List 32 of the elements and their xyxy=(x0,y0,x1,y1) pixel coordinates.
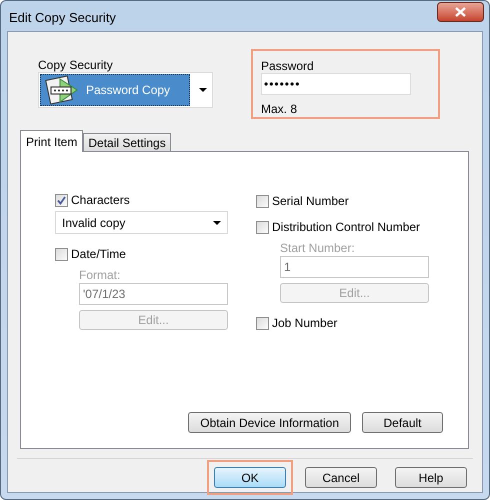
dialog-button[interactable]: OK xyxy=(214,467,286,488)
checkbox[interactable] xyxy=(55,194,68,206)
field-label: Password xyxy=(261,58,315,71)
hint-text: Max. 8 xyxy=(261,101,298,118)
dialog-button[interactable]: Cancel xyxy=(305,467,377,488)
checkbox-label: Job Number xyxy=(272,315,338,332)
push-button[interactable]: Default xyxy=(362,412,443,433)
checkbox-label: Distribution Control Number xyxy=(272,219,420,236)
field-label: Format: xyxy=(79,267,122,280)
checkbox[interactable] xyxy=(55,248,68,260)
tab[interactable]: Print Item xyxy=(20,130,84,152)
dropdown[interactable]: Invalid copy xyxy=(55,211,228,234)
checkbox[interactable] xyxy=(256,194,269,208)
selected-option: Password Copy xyxy=(86,81,170,99)
checkbox[interactable] xyxy=(256,220,269,234)
password-card-icon xyxy=(44,75,80,105)
dropdown-arrow-icon xyxy=(199,88,207,92)
checkbox-label: Serial Number xyxy=(272,193,349,210)
checkbox-label: Characters xyxy=(71,192,130,209)
window-title: Edit Copy Security xyxy=(9,9,116,27)
dropdown-arrow-icon xyxy=(213,220,221,224)
password-field[interactable]: ••••••• xyxy=(261,73,411,95)
tab[interactable]: Detail Settings xyxy=(83,133,171,151)
checkbox-label: Date/Time xyxy=(71,246,126,263)
dialog-button[interactable]: Help xyxy=(395,467,467,488)
field-label: Copy Security xyxy=(38,57,114,71)
close-button[interactable] xyxy=(437,2,484,22)
close-icon xyxy=(455,7,466,17)
field-label: Start Number: xyxy=(280,240,356,253)
copy-security-dropdown[interactable]: Password Copy xyxy=(38,72,213,108)
push-button[interactable]: Obtain Device Information xyxy=(188,412,351,433)
checkbox[interactable] xyxy=(256,316,269,330)
